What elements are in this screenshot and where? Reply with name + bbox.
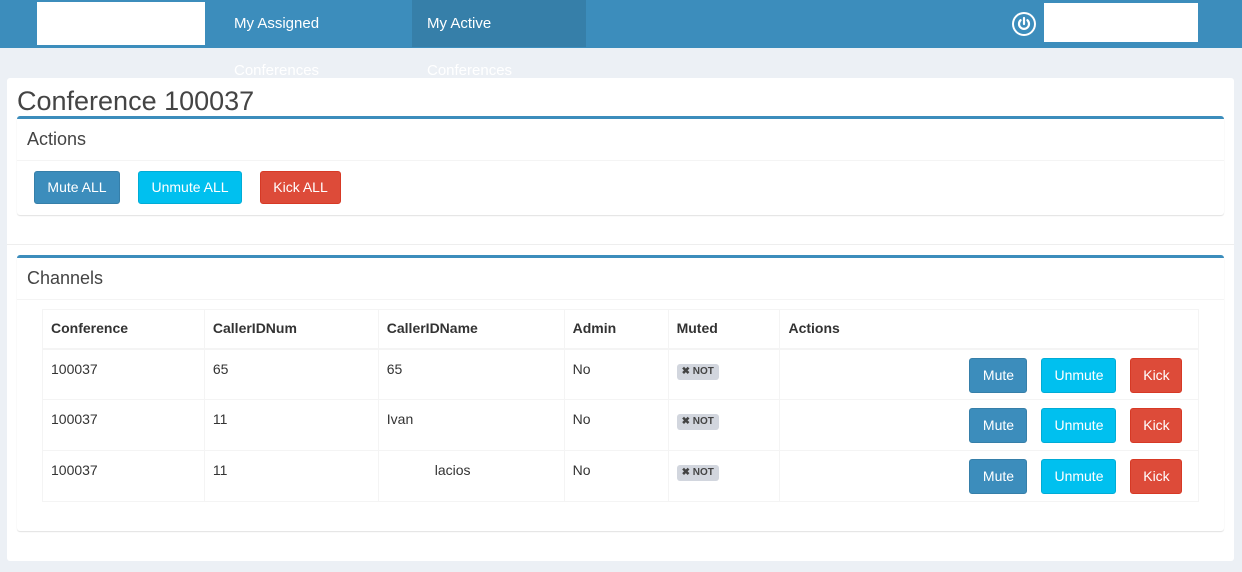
muted-status-label: NOT	[692, 467, 714, 478]
kick-button[interactable]: Kick	[1130, 459, 1183, 494]
divider	[17, 299, 1224, 300]
unmute-all-button[interactable]: Unmute ALL	[138, 171, 242, 204]
divider	[17, 160, 1224, 161]
divider	[7, 244, 1234, 245]
cell-conference: 100037	[42, 348, 205, 400]
calleridname-text: lacios	[434, 462, 471, 478]
cell-calleridname: lacios	[377, 450, 565, 502]
muted-status-badge: ✖ NOT	[676, 414, 719, 430]
muted-status-label: NOT	[692, 416, 714, 427]
user-menu[interactable]	[1044, 3, 1198, 42]
table-header-row: Conference CallerIDNum CallerIDName Admi…	[42, 309, 1199, 350]
table-row: 100037 11 lacios No ✖ NOT Mute Unmute Ki…	[42, 450, 1199, 502]
cell-calleridnum: 65	[203, 348, 379, 400]
power-icon[interactable]	[1012, 12, 1036, 36]
muted-status-badge: ✖ NOT	[676, 465, 719, 481]
unmute-button[interactable]: Unmute	[1041, 459, 1117, 494]
cell-calleridnum: 11	[203, 399, 379, 451]
table-row: 100037 11 Ivan No ✖ NOT Mute Unmute Kick	[42, 399, 1199, 451]
cell-conference: 100037	[42, 399, 205, 451]
unmute-button[interactable]: Unmute	[1041, 357, 1117, 393]
unmute-button[interactable]: Unmute	[1041, 408, 1117, 443]
column-header-admin: Admin	[563, 309, 669, 350]
column-header-calleridname: CallerIDName	[377, 309, 565, 350]
page-title: Conference 100037	[17, 86, 255, 116]
cell-calleridname: Ivan	[377, 399, 565, 451]
cell-admin: No	[563, 450, 669, 502]
cell-actions: Mute Unmute Kick	[779, 399, 1199, 451]
column-header-conference: Conference	[42, 309, 205, 350]
column-header-muted: Muted	[667, 309, 781, 350]
actions-box-title: Actions	[27, 129, 87, 149]
table-row: 100037 65 65 No ✖ NOT Mute Unmute Kick	[42, 348, 1199, 400]
cell-calleridnum: 11	[203, 450, 379, 502]
muted-status-label: NOT	[692, 365, 714, 377]
kick-button[interactable]: Kick	[1130, 357, 1183, 393]
column-header-actions: Actions	[779, 309, 1199, 350]
nav-my-active-conferences[interactable]: My Active Conferences	[412, 0, 586, 79]
mute-all-button[interactable]: Mute ALL	[34, 171, 120, 204]
actions-box: Actions Mute ALL Unmute ALL Kick ALL	[17, 116, 1224, 215]
mute-button[interactable]: Mute	[969, 357, 1028, 393]
mute-button[interactable]: Mute	[969, 408, 1028, 443]
top-navbar: My Assigned Conferences My Active Confer…	[0, 0, 1242, 79]
close-icon: ✖	[681, 416, 693, 427]
cell-muted: ✖ NOT	[667, 348, 781, 400]
cell-muted: ✖ NOT	[667, 399, 781, 451]
cell-conference: 100037	[42, 450, 205, 502]
mute-button[interactable]: Mute	[969, 459, 1028, 494]
cell-actions: Mute Unmute Kick	[779, 348, 1199, 400]
cell-actions: Mute Unmute Kick	[779, 450, 1199, 502]
cell-admin: No	[563, 399, 669, 451]
column-header-calleridnum: CallerIDNum	[203, 309, 379, 350]
kick-all-button[interactable]: Kick ALL	[260, 171, 341, 204]
close-icon: ✖	[681, 365, 693, 377]
channels-box-title: Channels	[27, 268, 104, 288]
channels-table: Conference CallerIDNum CallerIDName Admi…	[42, 309, 1199, 502]
muted-status-badge: ✖ NOT	[676, 363, 719, 380]
cell-admin: No	[563, 348, 669, 400]
kick-button[interactable]: Kick	[1130, 408, 1183, 443]
cell-muted: ✖ NOT	[667, 450, 781, 502]
logo[interactable]	[37, 2, 205, 45]
channels-box: Channels Conference CallerIDNum CallerID…	[17, 255, 1224, 531]
close-icon: ✖	[681, 467, 693, 478]
cell-calleridname: 65	[377, 348, 565, 400]
nav-my-assigned-conferences[interactable]: My Assigned Conferences	[219, 0, 412, 79]
